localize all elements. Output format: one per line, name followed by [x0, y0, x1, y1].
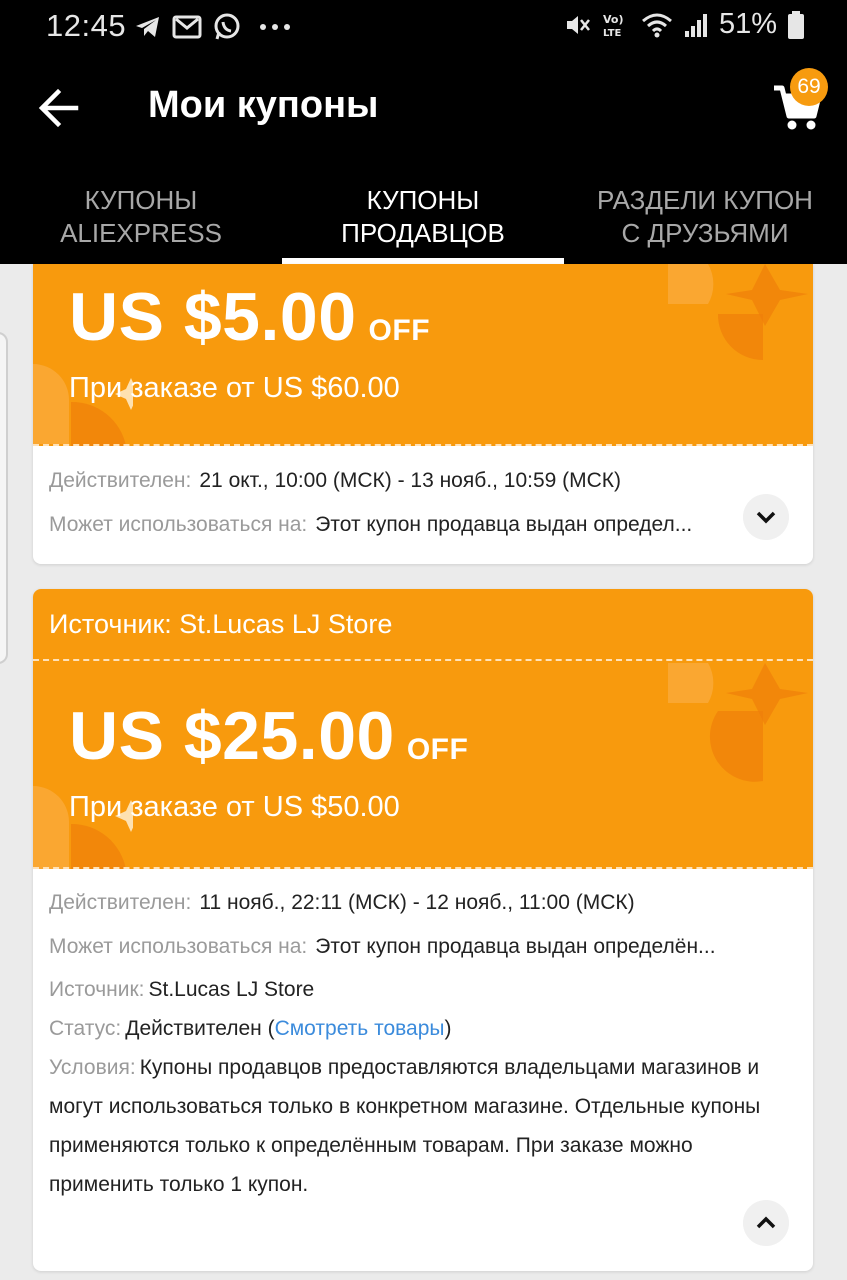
status-time: 12:45 — [46, 8, 127, 43]
mute-icon — [566, 15, 590, 34]
coupon-amount: US $25.00 OFF — [69, 698, 469, 774]
source-row: Источник: St.Lucas LJ Store — [49, 978, 315, 1001]
tab-aliexpress-coupons[interactable]: КУПОНЫ ALIEXPRESS — [0, 184, 282, 250]
coupon-amount: US $5.00 OFF — [69, 279, 431, 355]
coupon-card: Источник: St.Lucas LJ Store US $25.00 OFF… — [33, 589, 813, 1271]
battery-percent: 51% — [718, 8, 777, 40]
coupon-min-order: При заказе от US $60.00 — [69, 372, 400, 404]
validity-row: Действителен: 11 нояб., 22:11 (МСК) - 12 … — [49, 891, 635, 914]
svg-text:Vo): Vo) — [603, 13, 624, 26]
usable-on-row: Может использоваться на: Этот купон прода… — [49, 513, 693, 536]
coupon-min-order: При заказе от US $50.00 — [69, 791, 400, 823]
tab-share-coupon[interactable]: РАЗДЕЛИ КУПОН С ДРУЗЬЯМИ — [564, 184, 846, 250]
status-bar: 12:45 Vo) LTE 51% — [0, 0, 847, 54]
decorative-leaf-icon — [668, 663, 808, 782]
battery-icon — [788, 10, 804, 39]
coupon-value-area: US $5.00 OFF При заказе от US $60.00 — [33, 264, 813, 446]
edge-panel-handle[interactable] — [0, 332, 8, 664]
coupon-value-area: US $25.00 OFF При заказе от US $50.00 — [33, 659, 813, 869]
usable-on-row: Может использоваться на: Этот купон прода… — [49, 935, 716, 958]
dashed-divider — [33, 444, 813, 446]
more-dots-icon — [260, 24, 290, 30]
signal-icon — [684, 13, 707, 37]
coupon-source-header: Источник: St.Lucas LJ Store — [33, 589, 813, 659]
cart-count-badge: 69 — [790, 68, 828, 106]
whatsapp-icon — [214, 13, 240, 40]
app-toolbar: Мои купоны 69 — [0, 54, 847, 166]
coupon-tabs: КУПОНЫ ALIEXPRESS КУПОНЫ ПРОДАВЦОВ РАЗДЕ… — [0, 166, 847, 264]
page-title: Мои купоны — [148, 84, 379, 126]
gmail-icon — [172, 15, 202, 39]
volte-icon: Vo) LTE — [603, 13, 624, 39]
conditions-text: Условия: Купоны продавцов предоставляются… — [49, 1056, 761, 1196]
tab-seller-coupons[interactable]: КУПОНЫ ПРОДАВЦОВ — [282, 184, 564, 250]
status-row: Статус: Действителен (Смотреть товары) — [49, 1017, 452, 1040]
telegram-icon — [136, 17, 159, 37]
chevron-up-icon[interactable] — [743, 1200, 789, 1246]
back-arrow-icon[interactable] — [36, 86, 80, 130]
dashed-divider — [33, 867, 813, 869]
decorative-leaf-icon — [668, 264, 808, 360]
validity-row: Действителен: 21 окт., 10:00 (МСК) - 13 н… — [49, 469, 622, 492]
coupon-card: US $5.00 OFF При заказе от US $60.00 Дейс… — [33, 264, 813, 564]
view-products-link[interactable]: Смотреть товары — [275, 1017, 445, 1040]
chevron-down-icon[interactable] — [743, 494, 789, 540]
wifi-icon — [641, 13, 672, 37]
svg-text:LTE: LTE — [603, 28, 622, 39]
